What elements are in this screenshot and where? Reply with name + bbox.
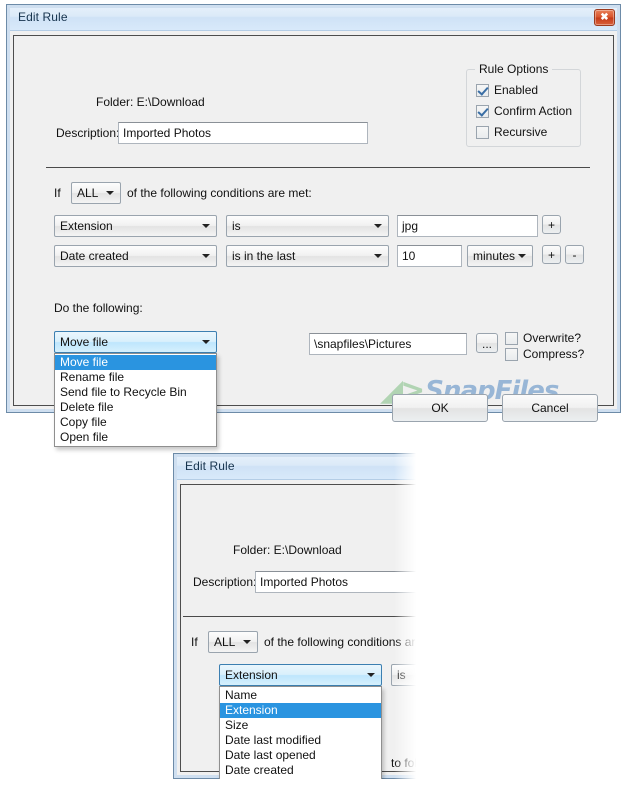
action-combo[interactable]: Move file	[54, 331, 217, 353]
dropdown-option-size[interactable]: Size	[220, 718, 381, 733]
edit-rule-dialog-secondary: Edit Rule Folder: E:\Download Descriptio…	[173, 453, 420, 779]
match-mode-combo[interactable]: ALL	[71, 182, 121, 204]
chevron-down-icon	[367, 673, 375, 677]
dropdown-option-date-last-opened[interactable]: Date last opened	[220, 748, 381, 763]
dropdown-option-move-file[interactable]: Move file	[55, 355, 216, 370]
rule-options-group: Rule Options Enabled Confirm Action Recu…	[466, 62, 581, 147]
secondary-section-divider	[183, 616, 420, 617]
edit-rule-dialog: Edit Rule ✖ Folder: E:\Download Descript…	[6, 4, 621, 447]
secondary-folder-label: Folder: E:\Download	[233, 543, 342, 557]
action-section-label: Do the following:	[54, 301, 143, 315]
secondary-match-mode-combo[interactable]: ALL	[208, 631, 258, 653]
condition-2-remove-button[interactable]: -	[565, 245, 584, 264]
secondary-dialog-body: Edit Rule Folder: E:\Download Descriptio…	[173, 453, 420, 779]
condition-1-add-button[interactable]: +	[542, 215, 561, 234]
action-dropdown-list[interactable]: Move file Rename file Send file to Recyc…	[54, 353, 217, 447]
secondary-dialog-client-area: Folder: E:\Download Description: Importe…	[180, 484, 420, 779]
crop-fade-overlay	[394, 453, 420, 779]
checkbox-compress-label: Compress?	[523, 347, 585, 361]
window-title: Edit Rule	[18, 10, 68, 24]
titlebar: Edit Rule ✖	[7, 5, 620, 31]
browse-button[interactable]: ...	[476, 333, 498, 353]
chevron-down-icon	[374, 254, 382, 258]
checkbox-confirm-action[interactable]: Confirm Action	[476, 104, 572, 118]
condition-2-operator-combo[interactable]: is in the last	[226, 245, 389, 267]
dropdown-option-delete-file[interactable]: Delete file	[55, 400, 216, 415]
secondary-conditions-prefix-label: If	[191, 635, 198, 649]
checkbox-enabled-box[interactable]	[476, 83, 489, 97]
secondary-field-dropdown-list[interactable]: Name Extension Size Date last modified D…	[219, 686, 382, 779]
dropdown-option-copy-file[interactable]: Copy file	[55, 415, 216, 430]
conditions-prefix-label: If	[54, 186, 61, 200]
secondary-window-title: Edit Rule	[185, 459, 235, 473]
checkbox-enabled[interactable]: Enabled	[476, 83, 538, 97]
chevron-down-icon	[374, 224, 382, 228]
section-divider	[46, 167, 590, 168]
chevron-down-icon	[243, 640, 251, 644]
dropdown-option-name[interactable]: Name	[220, 688, 381, 703]
dropdown-option-send-to-recycle-bin[interactable]: Send file to Recycle Bin	[55, 385, 216, 400]
condition-1-field-combo[interactable]: Extension	[54, 215, 217, 237]
cancel-button[interactable]: Cancel	[502, 394, 598, 422]
checkbox-compress[interactable]: Compress?	[505, 347, 584, 361]
checkbox-enabled-label: Enabled	[494, 83, 539, 97]
dropdown-option-open-file[interactable]: Open file	[55, 430, 216, 445]
conditions-suffix-label: of the following conditions are met:	[127, 186, 312, 200]
rule-options-title: Rule Options	[475, 62, 553, 76]
secondary-condition-field-combo[interactable]: Extension	[219, 664, 382, 686]
dialog-client-area: Folder: E:\Download Description: Importe…	[13, 35, 614, 447]
condition-2-field-combo[interactable]: Date created	[54, 245, 217, 267]
checkbox-confirm-action-label: Confirm Action	[494, 104, 573, 118]
destination-input[interactable]: \snapfiles\Pictures	[309, 333, 467, 355]
dropdown-option-date-created[interactable]: Date created	[220, 763, 381, 778]
dropdown-option-rename-file[interactable]: Rename file	[55, 370, 216, 385]
checkbox-recursive[interactable]: Recursive	[476, 125, 547, 139]
description-input[interactable]: Imported Photos	[118, 122, 368, 144]
checkbox-overwrite-label: Overwrite?	[523, 331, 582, 345]
condition-2-unit-combo[interactable]: minutes	[467, 245, 533, 267]
condition-1-value-input[interactable]: jpg	[397, 215, 538, 237]
checkbox-overwrite[interactable]: Overwrite?	[505, 331, 581, 345]
chevron-down-icon	[202, 254, 210, 258]
condition-2-value-input[interactable]: 10	[397, 245, 462, 267]
chevron-down-icon	[518, 254, 526, 258]
checkbox-recursive-label: Recursive	[494, 125, 548, 139]
checkbox-overwrite-box[interactable]	[505, 331, 518, 345]
secondary-description-label: Description:	[193, 575, 257, 589]
secondary-titlebar: Edit Rule	[174, 454, 420, 480]
chevron-down-icon	[202, 224, 210, 228]
chevron-down-icon	[106, 191, 114, 195]
ok-button[interactable]: OK	[392, 394, 488, 422]
folder-label: Folder: E:\Download	[96, 95, 205, 109]
condition-2-add-button[interactable]: +	[542, 245, 561, 264]
condition-1-operator-combo[interactable]: is	[226, 215, 389, 237]
close-icon[interactable]: ✖	[594, 9, 615, 26]
description-label: Description:	[56, 126, 120, 140]
checkbox-confirm-action-box[interactable]	[476, 104, 489, 118]
dropdown-option-date-last-modified[interactable]: Date last modified	[220, 733, 381, 748]
checkbox-recursive-box[interactable]	[476, 125, 489, 139]
dropdown-option-extension[interactable]: Extension	[220, 703, 381, 718]
checkbox-compress-box[interactable]	[505, 347, 518, 361]
chevron-down-icon	[202, 340, 210, 344]
